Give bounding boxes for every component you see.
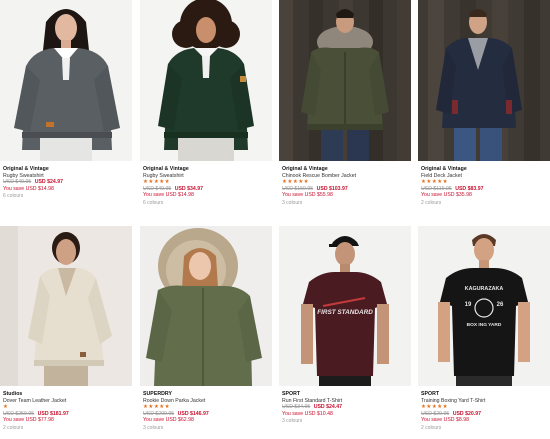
- sale-price: USD $146.97: [177, 410, 209, 417]
- product-card[interactable]: Original & Vintage Rugby Sweatshirt ★★★★…: [140, 0, 272, 207]
- product-price: USD $119.95 USD $83.97: [421, 186, 550, 193]
- colour-count[interactable]: 6 colours: [143, 200, 272, 208]
- colour-count[interactable]: 2 colours: [3, 425, 132, 433]
- product-image[interactable]: [140, 0, 272, 161]
- product-image[interactable]: [0, 226, 132, 386]
- tshirt-graphic-text: FIRST STANDARD: [317, 309, 373, 316]
- savings-text: You save USD $10.48: [282, 410, 333, 417]
- savings-text: You save USD $35.98: [421, 192, 472, 199]
- product-price: USD $49.95 USD $34.97: [143, 186, 272, 193]
- product-image[interactable]: [140, 226, 272, 386]
- product-price: USD $29.95 USD $20.97: [421, 411, 550, 418]
- product-image[interactable]: [279, 0, 411, 161]
- tshirt-graphic-year-right: 26: [497, 302, 504, 308]
- sale-price: USD $83.97: [455, 185, 484, 192]
- product-card[interactable]: FIRST STANDARD SPORT Run First Standard …: [279, 226, 411, 426]
- product-price: USD $159.95 USD $103.97: [282, 186, 411, 193]
- sale-price: USD $24.97: [34, 179, 63, 185]
- original-price: USD $29.95: [421, 410, 450, 417]
- savings-text: You save USD $8.98: [421, 417, 469, 424]
- original-price: USD $119.95: [421, 185, 452, 192]
- sale-price: USD $20.97: [452, 410, 481, 417]
- tshirt-graphic-top: KAGURAZAKA: [465, 286, 504, 292]
- product-price: USD $259.95 USD $181.97: [3, 411, 132, 418]
- colour-count[interactable]: 2 colours: [421, 425, 550, 433]
- savings-text: You save USD $62.98: [143, 417, 194, 424]
- product-image[interactable]: [418, 0, 550, 161]
- product-price: USD $209.95 USD $146.97: [143, 411, 272, 418]
- colour-count[interactable]: 3 colours: [282, 418, 411, 426]
- original-price: USD $159.95: [282, 185, 314, 192]
- colour-count[interactable]: 3 colours: [143, 425, 272, 433]
- sale-price: USD $103.97: [316, 185, 348, 192]
- sale-price: USD $24.47: [313, 404, 342, 410]
- original-price: USD $259.95: [3, 410, 35, 417]
- product-image[interactable]: KAGURAZAKA 19 26 BOX ING YARD: [418, 226, 550, 386]
- product-card[interactable]: Original & Vintage Field Deck Jacket ★★★…: [418, 0, 550, 207]
- product-card[interactable]: SUPERDRY Rookie Down Parka Jacket ★★★★★ …: [140, 226, 272, 432]
- product-grid: Original & Vintage Rugby Sweatshirt USD …: [0, 0, 550, 439]
- product-card[interactable]: Studios Dover Team Leather Jacket ★ USD …: [0, 226, 132, 432]
- colour-count[interactable]: 3 colours: [282, 200, 411, 208]
- tshirt-graphic-bottom: BOX ING YARD: [467, 322, 502, 328]
- original-price: USD $49.95: [3, 179, 32, 185]
- original-price: USD $209.95: [143, 410, 175, 417]
- product-image[interactable]: [0, 0, 132, 161]
- product-price: USD $34.95 USD $24.47: [282, 404, 411, 411]
- sale-price: USD $34.97: [174, 185, 203, 192]
- colour-count[interactable]: 6 colours: [3, 193, 132, 201]
- savings-text: You save USD $14.98: [3, 185, 54, 192]
- savings-text: You save USD $55.98: [282, 192, 333, 199]
- sale-price: USD $181.97: [37, 410, 69, 417]
- product-card[interactable]: KAGURAZAKA 19 26 BOX ING YARD SPORT Trai…: [418, 226, 550, 432]
- tshirt-graphic-year-left: 19: [465, 302, 472, 308]
- product-image[interactable]: FIRST STANDARD: [279, 226, 411, 386]
- original-price: USD $34.95: [282, 404, 311, 410]
- product-card[interactable]: Original & Vintage Rugby Sweatshirt USD …: [0, 0, 132, 201]
- product-price: USD $49.95 USD $24.97: [3, 179, 132, 186]
- colour-count[interactable]: 2 colours: [421, 200, 550, 208]
- savings-text: You save USD $77.98: [3, 417, 54, 424]
- original-price: USD $49.95: [143, 185, 172, 192]
- savings-text: You save USD $14.98: [143, 192, 194, 199]
- product-card[interactable]: Original & Vintage Chinook Rescue Bomber…: [279, 0, 411, 207]
